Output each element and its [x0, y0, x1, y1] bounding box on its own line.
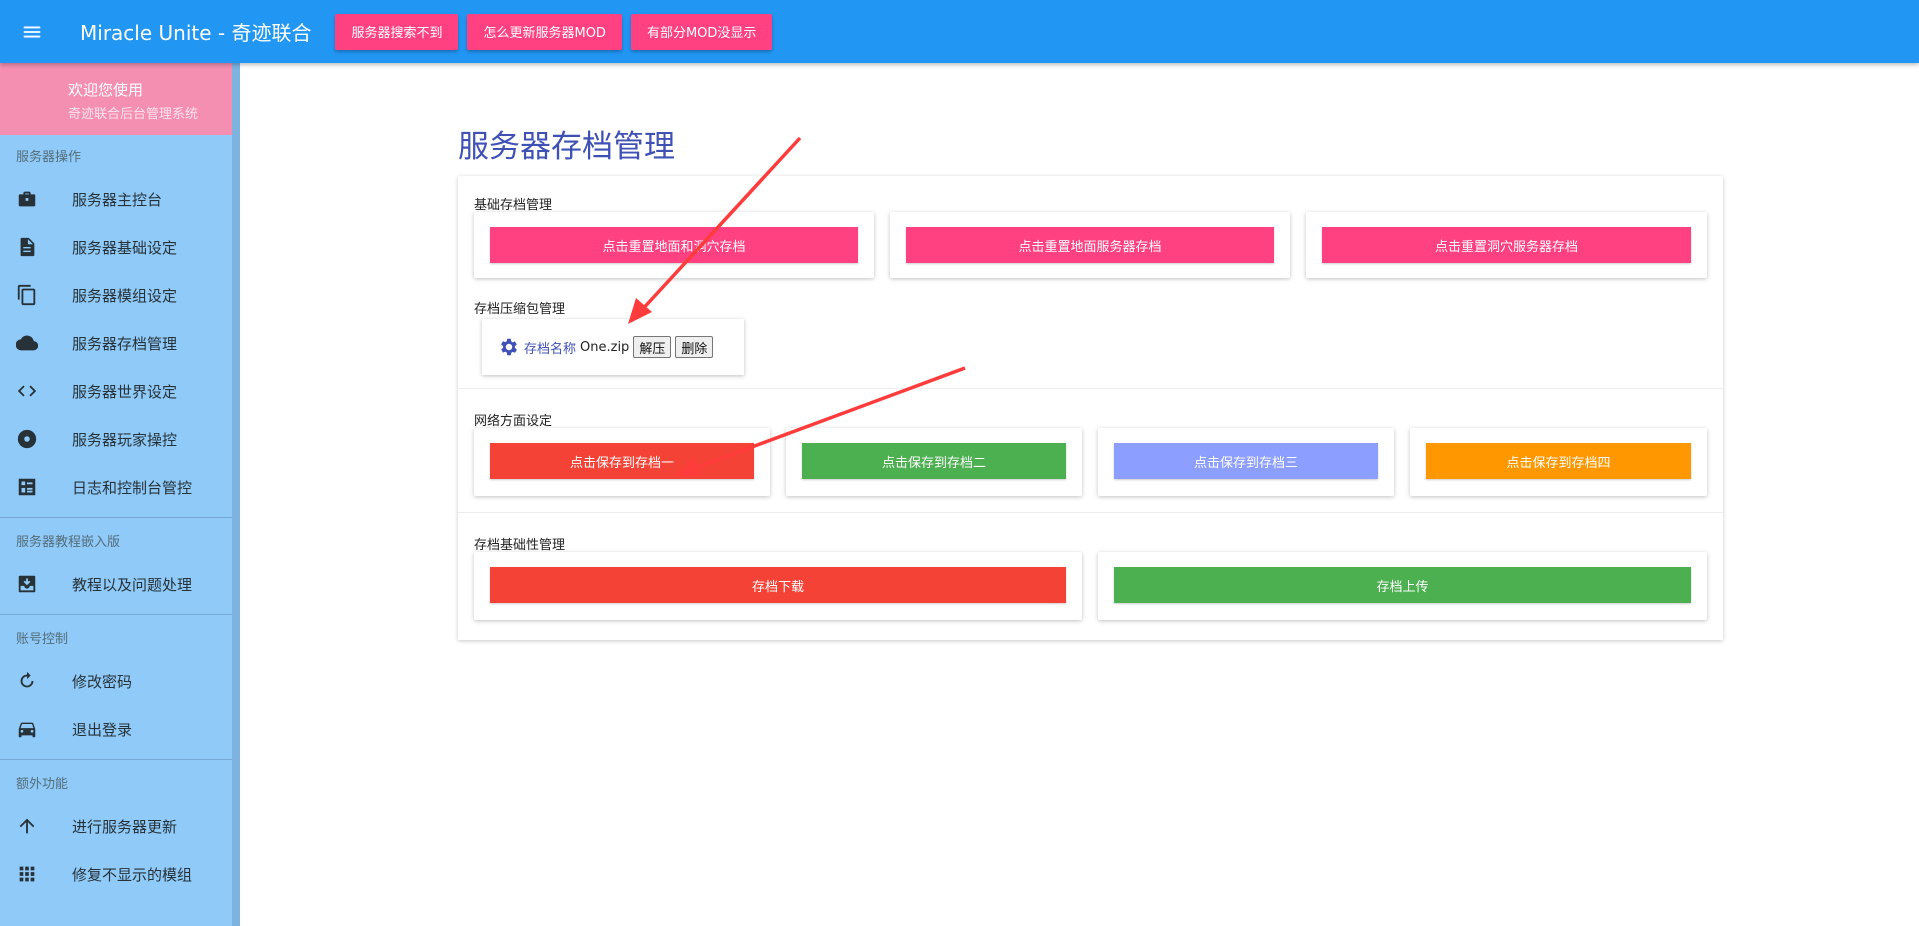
save-slot-card: 点击保存到存档二 [786, 428, 1082, 496]
sidebar-item-label: 修改密码 [72, 672, 133, 691]
section-divider [458, 388, 1723, 389]
save-upload-button[interactable]: 存档上传 [1114, 567, 1691, 603]
sidebar-item-tutorial[interactable]: 教程以及问题处理 [0, 560, 240, 608]
sidebar-item-world-settings[interactable]: 服务器世界设定 [0, 367, 240, 415]
main-content: 服务器存档管理 基础存档管理 点击重置地面和洞穴存档 点击重置地面服务器存档 点… [240, 63, 1919, 926]
section-title-basic: 基础存档管理 [474, 198, 553, 213]
menu-button[interactable] [0, 0, 64, 63]
sidebar-item-label: 服务器基础设定 [72, 238, 178, 257]
save-slot-1-button[interactable]: 点击保存到存档一 [490, 443, 754, 479]
sidebar-item-server-update[interactable]: 进行服务器更新 [0, 802, 240, 850]
sidebar-item-label: 服务器世界设定 [72, 382, 178, 401]
delete-button[interactable]: 删除 [675, 336, 714, 358]
sidebar-item-save-management[interactable]: 服务器存档管理 [0, 319, 240, 367]
sidebar-item-label: 服务器玩家操控 [72, 430, 178, 449]
sidebar-item-label: 日志和控制台管控 [72, 478, 193, 497]
sidebar-item-label: 进行服务器更新 [72, 817, 178, 836]
document-icon [0, 236, 56, 258]
sidebar-item-change-password[interactable]: 修改密码 [0, 657, 240, 705]
refresh-icon [0, 670, 56, 692]
app-bar: Miracle Unite - 奇迹联合 服务器搜索不到 怎么更新服务器MOD … [0, 0, 1919, 63]
section-title-account: 账号控制 [16, 631, 69, 647]
section-title-tutorial: 服务器教程嵌入版 [16, 534, 121, 550]
reset-card: 点击重置地面服务器存档 [890, 212, 1290, 278]
save-slot-card: 点击保存到存档三 [1098, 428, 1394, 496]
hamburger-menu-icon [23, 26, 41, 37]
welcome-banner: 欢迎您使用 奇迹联合后台管理系统 [0, 63, 240, 135]
briefcase-icon [0, 188, 56, 210]
copy-icon [0, 284, 56, 306]
sidebar-item-label: 服务器存档管理 [72, 334, 178, 353]
sidebar-item-label: 教程以及问题处理 [72, 575, 193, 594]
console-icon [0, 476, 56, 498]
reset-card: 点击重置洞穴服务器存档 [1306, 212, 1707, 278]
section-title-base: 存档基础性管理 [474, 538, 566, 553]
sidebar-item-label: 退出登录 [72, 720, 133, 739]
reset-cave-button[interactable]: 点击重置洞穴服务器存档 [1322, 227, 1691, 263]
disc-icon [0, 428, 56, 450]
grid-icon [0, 863, 56, 885]
zip-item: 存档名称 One.zip 解压 删除 [482, 319, 744, 375]
sidebar-item-logs-console[interactable]: 日志和控制台管控 [0, 463, 240, 511]
save-slot-2-button[interactable]: 点击保存到存档二 [802, 443, 1066, 479]
sidebar-item-fix-mods[interactable]: 修复不显示的模组 [0, 850, 240, 898]
section-title-network: 网络方面设定 [474, 414, 553, 429]
sidebar-item-label: 服务器模组设定 [72, 286, 178, 305]
save-slot-3-button[interactable]: 点击保存到存档三 [1114, 443, 1378, 479]
save-slot-4-button[interactable]: 点击保存到存档四 [1426, 443, 1691, 479]
sidebar-divider [0, 614, 232, 615]
sidebar-item-label: 修复不显示的模组 [72, 865, 193, 884]
reset-card: 点击重置地面和洞穴存档 [474, 212, 874, 278]
sidebar-item-logout[interactable]: 退出登录 [0, 705, 240, 753]
sidebar-item-label: 服务器主控台 [72, 190, 163, 209]
save-management-panel: 基础存档管理 点击重置地面和洞穴存档 点击重置地面服务器存档 点击重置洞穴服务器… [458, 176, 1723, 640]
welcome-subtitle: 奇迹联合后台管理系统 [68, 107, 199, 122]
how-to-update-mod-button[interactable]: 怎么更新服务器MOD [467, 13, 622, 50]
zip-filename: One.zip [580, 339, 630, 355]
sidebar-divider [0, 517, 232, 518]
sidebar-item-basic-settings[interactable]: 服务器基础设定 [0, 223, 240, 271]
reset-surface-and-cave-button[interactable]: 点击重置地面和洞穴存档 [490, 227, 858, 263]
upload-card: 存档上传 [1098, 552, 1707, 620]
sidebar-divider [0, 759, 232, 760]
car-icon [0, 718, 56, 740]
sidebar-item-player-control[interactable]: 服务器玩家操控 [0, 415, 240, 463]
welcome-title: 欢迎您使用 [68, 81, 144, 99]
app-title: Miracle Unite - 奇迹联合 [80, 21, 312, 45]
section-title-zip: 存档压缩包管理 [474, 302, 566, 317]
sidebar: 欢迎您使用 奇迹联合后台管理系统 服务器操作 服务器主控台 服务器基础设定 服务… [0, 63, 240, 926]
inbox-icon [0, 573, 56, 595]
arrow-up-icon [0, 815, 56, 837]
gear-icon [501, 338, 517, 356]
sidebar-item-console[interactable]: 服务器主控台 [0, 175, 240, 223]
mod-not-shown-button[interactable]: 有部分MOD没显示 [630, 13, 773, 50]
save-slot-card: 点击保存到存档四 [1410, 428, 1707, 496]
cloud-icon [0, 332, 56, 354]
server-not-found-button[interactable]: 服务器搜索不到 [335, 13, 459, 50]
zip-name-label: 存档名称 [524, 341, 577, 357]
save-download-button[interactable]: 存档下载 [490, 567, 1066, 603]
extract-button[interactable]: 解压 [633, 336, 672, 358]
download-card: 存档下载 [474, 552, 1082, 620]
reset-surface-button[interactable]: 点击重置地面服务器存档 [906, 227, 1274, 263]
section-title-extra: 额外功能 [16, 776, 69, 792]
section-title-server-ops: 服务器操作 [16, 149, 82, 165]
sidebar-scrollbar[interactable] [232, 63, 240, 926]
code-icon [0, 380, 56, 402]
page-title: 服务器存档管理 [458, 129, 675, 165]
section-divider [458, 512, 1723, 513]
save-slot-card: 点击保存到存档一 [474, 428, 770, 496]
sidebar-item-mod-settings[interactable]: 服务器模组设定 [0, 271, 240, 319]
